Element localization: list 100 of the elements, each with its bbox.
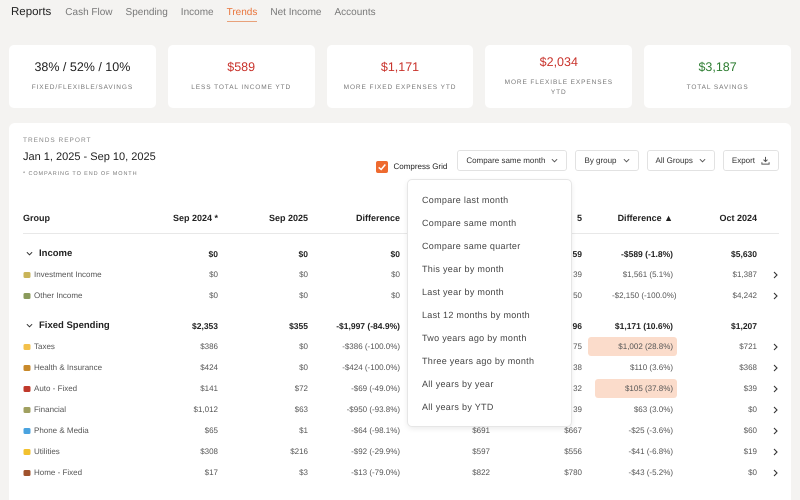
table-cell: -$386 (-100.0%) <box>342 342 400 351</box>
column-header[interactable]: Oct 2024 <box>719 213 757 223</box>
category-name: Financial <box>34 405 66 414</box>
export-button[interactable]: Export <box>722 150 779 171</box>
table-cell: $0 <box>391 270 400 279</box>
category-name: Taxes <box>34 342 55 351</box>
stat-value: $2,034 <box>540 55 578 69</box>
menu-item[interactable]: This year by month <box>408 257 571 280</box>
table-cell: 59 <box>572 248 582 258</box>
menu-item[interactable]: Two years ago by month <box>408 326 571 349</box>
chevron-right-icon[interactable] <box>773 270 778 278</box>
table-cell: $141 <box>200 384 218 393</box>
table-cell: -$92 (-29.9%) <box>351 447 400 456</box>
table-cell: 50 <box>573 291 582 300</box>
chevron-right-icon[interactable] <box>773 426 778 434</box>
table-cell: $65 <box>204 426 218 435</box>
menu-item[interactable]: Three years ago by month <box>408 349 571 372</box>
table-cell: 96 <box>572 320 582 330</box>
chevron-right-icon[interactable] <box>773 364 778 372</box>
table-cell: $1,171 (10.6%) <box>614 320 673 330</box>
caret-icon <box>551 158 558 163</box>
table-cell-text: -$25 (-3.6%) <box>628 425 674 437</box>
table-cell: $0 <box>208 248 218 258</box>
chevron-right-icon[interactable] <box>773 292 778 300</box>
checkbox-label: Compress Grid <box>394 162 448 171</box>
table-cell-text: $110 (3.6%) <box>629 362 674 374</box>
table-cell-text: -$43 (-5.2%) <box>628 467 674 479</box>
table-cell: $105 (37.8%) <box>594 379 677 398</box>
table-cell: $386 <box>200 342 218 351</box>
table-cell: $308 <box>200 447 218 456</box>
table-cell: $0 <box>299 291 308 300</box>
stat-value: 38% / 52% / 10% <box>34 60 130 74</box>
table-cell: $556 <box>564 447 582 456</box>
table-cell: $5,630 <box>731 248 757 258</box>
table-cell: $1,002 (28.8%) <box>588 337 677 356</box>
category-icon <box>23 448 31 456</box>
nav-tab[interactable]: Spending <box>126 6 168 22</box>
table-cell: 39 <box>573 270 582 279</box>
chevron-right-icon[interactable] <box>773 468 778 476</box>
menu-item[interactable]: All years by year <box>408 372 571 395</box>
column-header[interactable]: 5 <box>576 213 582 223</box>
nav-tab[interactable]: Income <box>180 6 214 22</box>
menu-item[interactable]: Last year by month <box>408 280 571 303</box>
chevron-right-icon[interactable] <box>773 406 778 414</box>
table-cell: $72 <box>294 384 308 393</box>
category-icon <box>23 292 31 300</box>
table-cell: $0 <box>299 270 308 279</box>
chevron-icon[interactable] <box>26 251 33 256</box>
column-header[interactable]: Sep 2025 <box>268 213 308 223</box>
table-cell: $0 <box>298 248 308 258</box>
table-cell: $355 <box>289 320 308 330</box>
column-header[interactable]: Difference <box>356 213 400 223</box>
stat-value: $1,171 <box>380 60 420 74</box>
column-header: Group <box>23 213 50 223</box>
table-cell: $0 <box>209 291 218 300</box>
table-cell: $0 <box>390 248 400 258</box>
date-range: Jan 1, 2025 - Sep 10, 2025 <box>23 151 156 163</box>
table-cell-text: $63 (3.0%) <box>632 404 674 416</box>
compress-checkbox[interactable] <box>376 160 388 172</box>
menu-item[interactable]: Compare same quarter <box>408 234 571 257</box>
column-header[interactable]: Difference ▲ <box>618 213 673 223</box>
stat-value: $3,187 <box>698 60 737 74</box>
table-cell: $424 <box>200 363 218 372</box>
menu-item[interactable]: All years by YTD <box>408 395 571 418</box>
table-cell: 32 <box>573 384 582 393</box>
category-name: Health & Insurance <box>34 363 102 372</box>
table-cell: $39 <box>744 384 757 393</box>
chevron-right-icon[interactable] <box>773 384 778 392</box>
table-cell: $721 <box>739 342 757 351</box>
chevron-icon[interactable] <box>26 323 33 328</box>
table-cell: $597 <box>472 447 490 456</box>
menu-item[interactable]: Compare last month <box>408 188 571 211</box>
category-name: Auto - Fixed <box>34 384 78 393</box>
table-cell: -$424 (-100.0%) <box>342 363 400 372</box>
dropdown-button[interactable]: All Groups <box>646 150 715 171</box>
nav-tab[interactable]: Accounts <box>334 6 376 22</box>
dropdown-button[interactable]: Compare same month <box>457 150 568 171</box>
menu-item[interactable]: Compare same month <box>408 211 571 234</box>
table-cell: $0 <box>209 270 218 279</box>
table-cell: $2,353 <box>192 320 218 330</box>
table-cell: -$950 (-93.8%) <box>346 405 400 414</box>
table-cell: $1,207 <box>731 320 757 330</box>
nav-tab[interactable]: Net Income <box>270 6 322 22</box>
table-cell-text: $1,561 (5.1%) <box>622 269 674 281</box>
table-cell: $691 <box>472 426 490 435</box>
table-cell: $822 <box>472 468 490 477</box>
table-cell: $1,012 <box>194 405 218 414</box>
table-cell: $60 <box>744 426 757 435</box>
chevron-right-icon[interactable] <box>773 448 778 456</box>
chevron-right-icon[interactable] <box>773 342 778 350</box>
table-cell: -$64 (-98.1%) <box>351 426 400 435</box>
category-name: Home - Fixed <box>34 468 82 477</box>
category-icon <box>23 342 31 350</box>
category-icon <box>23 364 31 372</box>
nav-tab[interactable]: Cash Flow <box>65 6 113 22</box>
caret-icon <box>698 158 706 163</box>
group-name: Fixed Spending <box>39 320 110 331</box>
menu-item[interactable]: Last 12 months by month <box>408 303 571 326</box>
dropdown-button[interactable]: By group <box>575 150 639 171</box>
column-header[interactable]: Sep 2024 * <box>172 213 218 223</box>
